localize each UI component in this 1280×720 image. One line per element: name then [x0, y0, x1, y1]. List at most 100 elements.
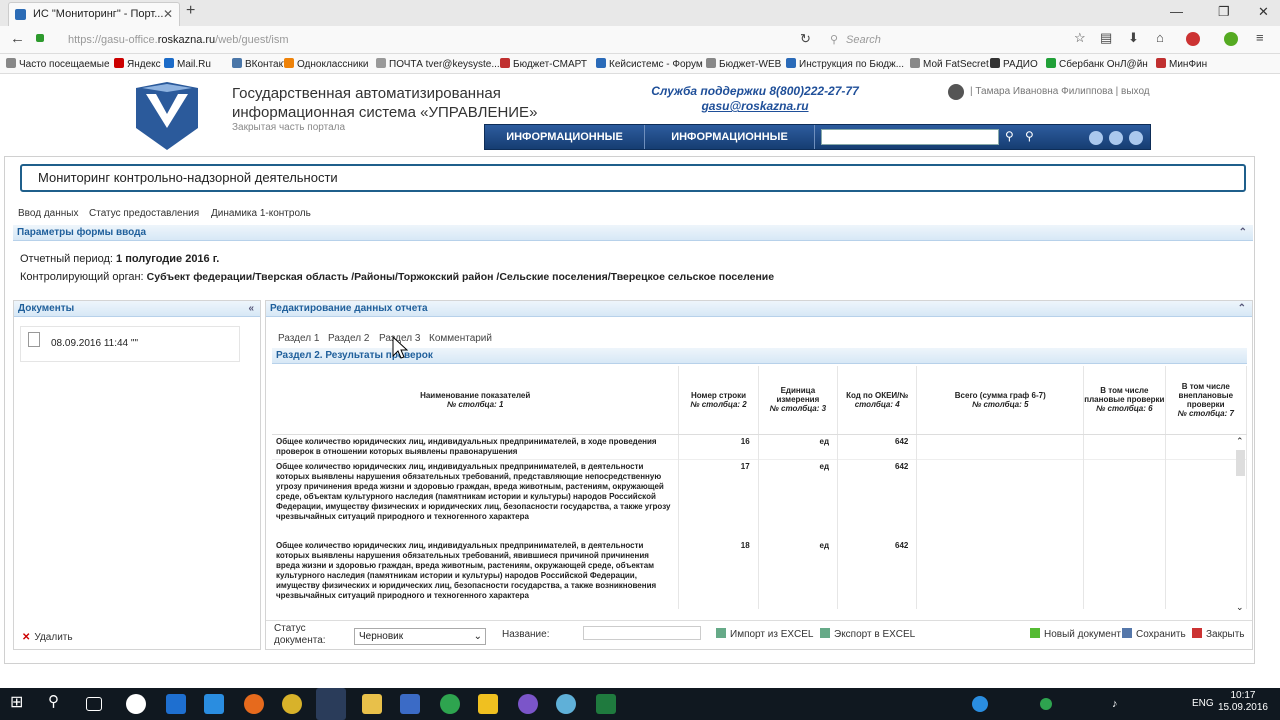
- status-select[interactable]: Черновик ⌄: [354, 628, 486, 645]
- reload-icon[interactable]: ↻: [800, 31, 811, 47]
- chrome-icon[interactable]: [282, 694, 302, 714]
- help-tray-icon[interactable]: [972, 696, 988, 712]
- bookmark-label: Мой FatSecret: [923, 59, 989, 70]
- bookmark-item[interactable]: Инструкция по Бюдж...: [786, 58, 904, 70]
- tab-comment[interactable]: Комментарий: [429, 333, 492, 344]
- cell-unplanned[interactable]: [1165, 459, 1247, 539]
- collapse-edit-icon[interactable]: ⌃: [1238, 301, 1246, 317]
- explorer-icon[interactable]: [362, 694, 382, 714]
- browser-tab[interactable]: ИС "Мониторинг" - Порт... ✕: [8, 2, 180, 26]
- downloads-icon[interactable]: ⬇: [1128, 30, 1139, 46]
- bookmark-item[interactable]: Часто посещаемые: [6, 58, 110, 70]
- user-info[interactable]: | Тамара Ивановна Филиппова | выход: [970, 86, 1150, 97]
- bookmark-item[interactable]: Бюджет-СМАРТ: [500, 58, 587, 70]
- language-indicator[interactable]: ENG: [1192, 698, 1214, 709]
- bookmark-label: Кейсистемс - Форум: [609, 59, 703, 70]
- browser-search-field[interactable]: ⚲ Search: [828, 30, 1058, 50]
- scroll-down-icon[interactable]: ⌄: [1236, 602, 1244, 613]
- back-arrow-icon[interactable]: ←: [10, 30, 25, 47]
- tab-section-1[interactable]: Раздел 1: [278, 333, 319, 344]
- nav-dynamics[interactable]: Динамика 1-контроль: [211, 208, 311, 219]
- menu-hamburger-icon[interactable]: ≡: [1256, 30, 1264, 45]
- new-document-button[interactable]: Новый документ: [1030, 628, 1121, 640]
- firefox-icon[interactable]: [244, 694, 264, 714]
- bookmark-star-icon[interactable]: ☆: [1074, 30, 1086, 46]
- bookmark-item[interactable]: Мой FatSecret: [910, 58, 989, 70]
- minimize-icon[interactable]: —: [1170, 4, 1183, 19]
- cell-total[interactable]: [916, 434, 1085, 459]
- nav-status[interactable]: Статус предоставления: [89, 208, 199, 219]
- advanced-search-icon[interactable]: ⚲: [1025, 129, 1034, 143]
- portal-search-input[interactable]: [821, 129, 999, 145]
- close-button[interactable]: Закрыть: [1192, 628, 1245, 640]
- search-taskbar-icon[interactable]: ⚲: [48, 692, 68, 712]
- new-tab-button[interactable]: +: [186, 2, 195, 20]
- document-name-input[interactable]: [583, 626, 701, 640]
- export-excel-button[interactable]: Экспорт в EXCEL: [820, 628, 915, 640]
- address-bar[interactable]: https://gasu-office.roskazna.ru/web/gues…: [48, 30, 820, 50]
- bookmark-item[interactable]: Кейсистемс - Форум: [596, 58, 703, 70]
- messenger-icon[interactable]: [440, 694, 460, 714]
- bookmark-item[interactable]: Сбербанк ОнЛ@йн: [1046, 58, 1148, 70]
- clock[interactable]: 10:17 15.09.2016: [1218, 690, 1268, 714]
- menu-info-services[interactable]: ИНФОРМАЦИОННЫЕ СЕРВИСЫ: [645, 125, 815, 167]
- close-tab-icon[interactable]: ✕: [163, 3, 173, 25]
- collapse-documents-icon[interactable]: «: [248, 301, 254, 317]
- edge-icon[interactable]: [166, 694, 186, 714]
- bookmark-item[interactable]: Одноклассники: [284, 58, 368, 70]
- ie-icon[interactable]: [204, 694, 224, 714]
- hp-icon[interactable]: [126, 694, 146, 714]
- bookmark-item[interactable]: Бюджет-WEB: [706, 58, 781, 70]
- collapse-params-icon[interactable]: ⌃: [1239, 225, 1247, 241]
- library-icon[interactable]: ▤: [1100, 30, 1112, 46]
- cell-planned[interactable]: [1083, 459, 1166, 539]
- tab-section-2[interactable]: Раздел 2: [328, 333, 369, 344]
- adblock-icon[interactable]: [1186, 32, 1200, 46]
- col-header-4-name: Код по ОКЕИ/№: [846, 390, 909, 400]
- tray-icon[interactable]: [1040, 698, 1052, 710]
- bookmark-item[interactable]: РАДИО: [990, 58, 1038, 70]
- bookmark-item[interactable]: ПОЧТА tver@keysyste...: [376, 58, 500, 70]
- menu-info-panels[interactable]: ИНФОРМАЦИОННЫЕ ПАНЕЛИ: [485, 125, 645, 167]
- window-close-icon[interactable]: ✕: [1258, 4, 1269, 20]
- document-list-item[interactable]: 08.09.2016 11:44 "": [20, 326, 240, 362]
- app-icon[interactable]: [556, 694, 576, 714]
- cell-unplanned[interactable]: [1165, 539, 1247, 609]
- delete-button[interactable]: ✕ Удалить: [22, 632, 73, 643]
- windows-start-icon[interactable]: ⊞: [10, 692, 30, 712]
- import-excel-button[interactable]: Импорт из EXCEL: [716, 628, 813, 640]
- bookmark-item[interactable]: МинФин: [1156, 58, 1207, 70]
- viber-icon[interactable]: [518, 694, 538, 714]
- menu-circle-icon-3[interactable]: [1129, 131, 1143, 145]
- menu-circle-icon-2[interactable]: [1109, 131, 1123, 145]
- volume-icon[interactable]: ♪: [1112, 698, 1124, 710]
- cell-planned[interactable]: [1083, 539, 1166, 609]
- scroll-up-icon[interactable]: ⌃: [1236, 436, 1244, 447]
- save-button[interactable]: Сохранить: [1122, 628, 1186, 640]
- support-email-link[interactable]: gasu@roskazna.ru: [701, 99, 808, 113]
- task-view-icon[interactable]: [86, 697, 102, 711]
- cell-total[interactable]: [916, 539, 1085, 609]
- portal-search-icon[interactable]: ⚲: [1005, 129, 1014, 143]
- settings-gear-icon[interactable]: [948, 84, 964, 100]
- table-scrollbar[interactable]: ⌃ ⌄: [1236, 436, 1246, 614]
- nav-data-entry[interactable]: Ввод данных: [18, 208, 78, 219]
- lock-icon: [36, 34, 44, 42]
- excel-icon[interactable]: [596, 694, 616, 714]
- save-app-icon[interactable]: [400, 694, 420, 714]
- bookmark-icon: [596, 58, 606, 68]
- home-icon[interactable]: ⌂: [1156, 30, 1164, 45]
- bookmark-item[interactable]: Mail.Ru: [164, 58, 211, 70]
- menu-circle-icon-1[interactable]: [1089, 131, 1103, 145]
- documents-header: Документы «: [14, 301, 260, 317]
- active-browser-icon[interactable]: [316, 688, 346, 720]
- cell-total[interactable]: [916, 459, 1085, 539]
- documents-header-label: Документы: [18, 303, 75, 314]
- scroll-thumb[interactable]: [1236, 450, 1245, 476]
- mail-icon[interactable]: [478, 694, 498, 714]
- cell-planned[interactable]: [1083, 434, 1166, 459]
- cell-unplanned[interactable]: [1165, 434, 1247, 459]
- extension-icon[interactable]: [1224, 32, 1238, 46]
- bookmark-item[interactable]: Яндекс: [114, 58, 161, 70]
- restore-icon[interactable]: ❐: [1218, 4, 1230, 20]
